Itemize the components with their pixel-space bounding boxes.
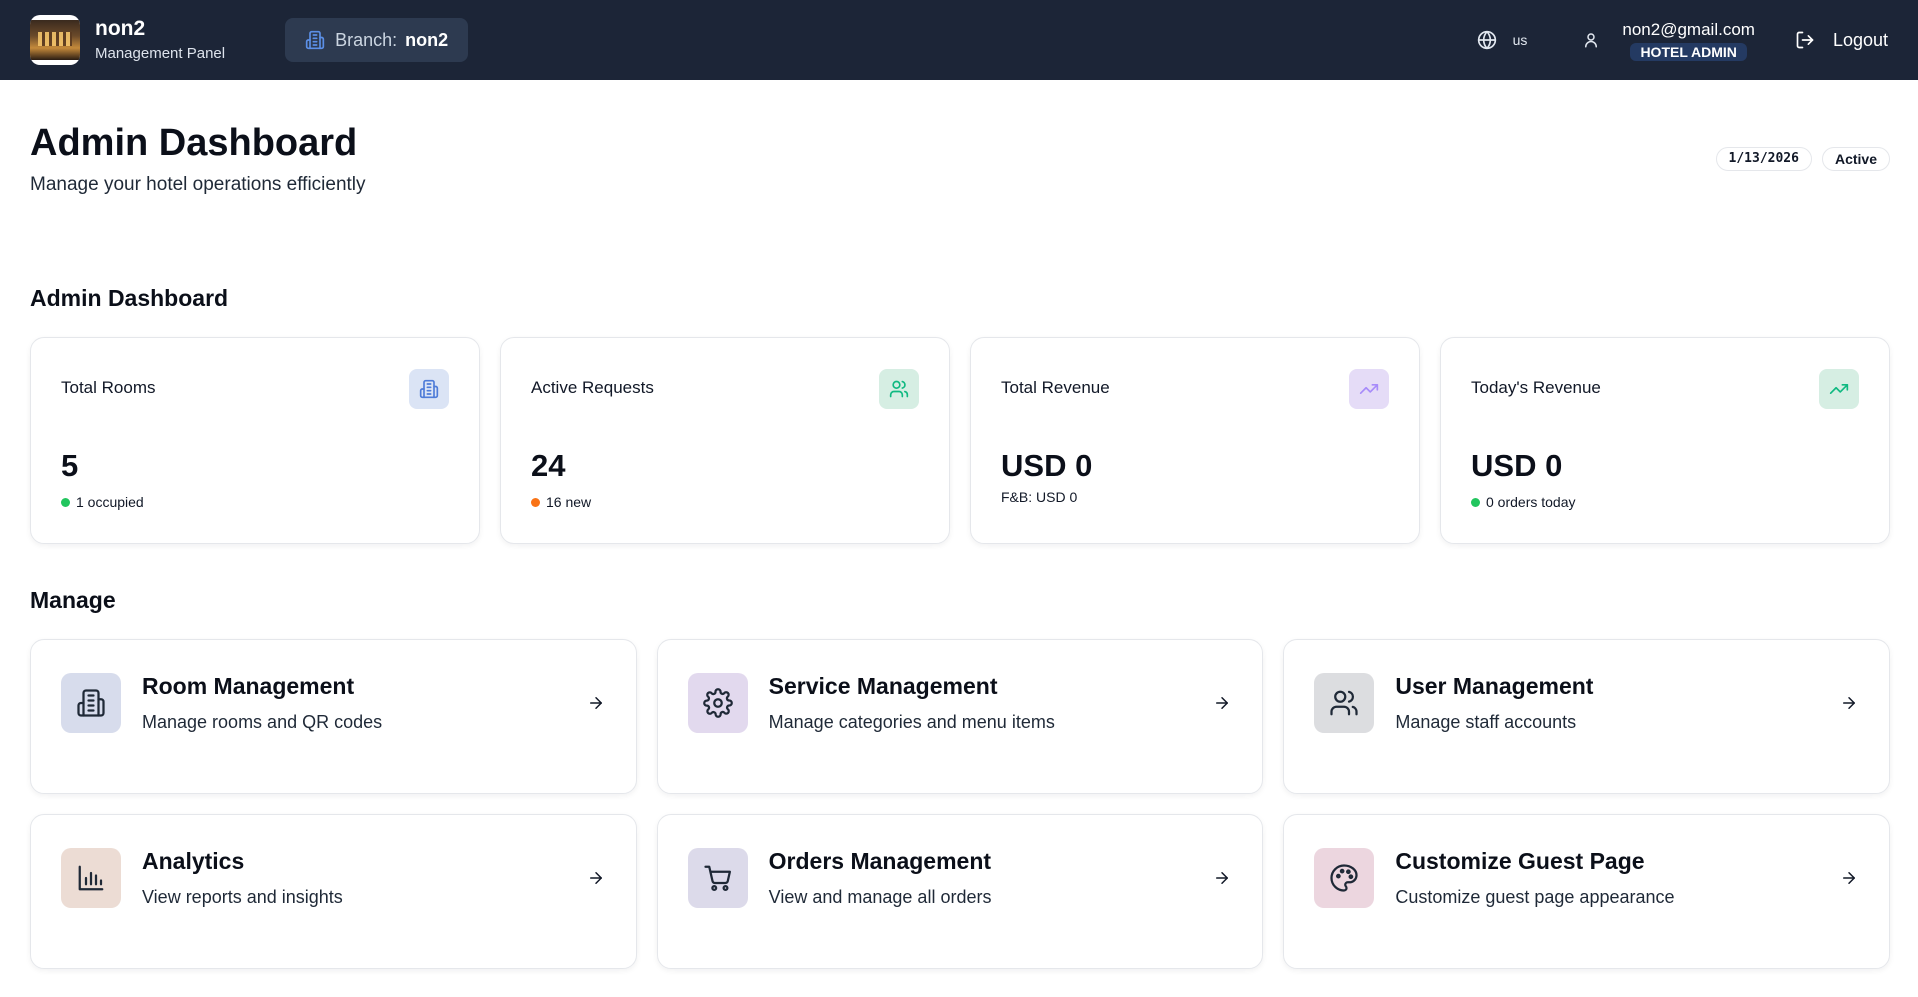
language-code: us [1512, 32, 1528, 48]
stat-label: Today's Revenue [1471, 378, 1601, 397]
users-icon [1314, 673, 1375, 733]
arrow-right-icon [1212, 693, 1232, 713]
cart-icon [687, 848, 748, 908]
building-icon [61, 673, 121, 733]
stat-label: Total Rooms [61, 378, 156, 397]
brand-block: non2 Management Panel [95, 16, 225, 64]
card-title: User Management [1395, 673, 1594, 699]
card-title: Service Management [768, 673, 998, 699]
card-description: View and manage all orders [768, 887, 992, 907]
card-title: Orders Management [768, 848, 992, 874]
date-badge: 1/13/2026 [1715, 147, 1812, 171]
status-dot [1471, 497, 1480, 507]
arrow-right-icon [586, 868, 606, 888]
arrow-right-icon [586, 693, 606, 713]
page-badges: 1/13/2026 Active [1715, 147, 1890, 171]
stat-card-active-requests: Active Requests 24 16 new [500, 337, 950, 544]
building-icon [305, 30, 325, 50]
logout-label: Logout [1832, 29, 1888, 50]
branch-label: Branch: [335, 29, 398, 50]
trending-up-icon [1349, 369, 1389, 409]
hotel-logo[interactable] [30, 15, 80, 65]
trending-up-icon [1819, 369, 1859, 409]
stat-value: USD 0 [1471, 448, 1563, 483]
card-title: Customize Guest Page [1395, 848, 1645, 874]
card-description: View reports and insights [142, 887, 343, 907]
card-description: Manage rooms and QR codes [142, 712, 383, 732]
branch-value: non2 [405, 29, 449, 50]
manage-grid: Room Management Manage rooms and QR code… [30, 639, 1890, 969]
stat-subtext-label: F&B: USD 0 [1001, 489, 1078, 505]
stat-subtext: 0 orders today [1471, 494, 1576, 510]
arrow-right-icon [1839, 868, 1859, 888]
status-badge: Active [1821, 147, 1890, 171]
logout-button[interactable]: Logout [1795, 30, 1888, 51]
user-menu[interactable]: non2@gmail.com HOTEL ADMIN [1582, 19, 1755, 61]
language-switcher[interactable]: us [1477, 30, 1528, 50]
stat-subtext: F&B: USD 0 [1001, 489, 1077, 505]
stat-value: USD 0 [1001, 448, 1093, 483]
brand-subtitle: Management Panel [95, 45, 226, 62]
building-icon [409, 369, 449, 409]
arrow-right-icon [1839, 693, 1859, 713]
palette-icon [1314, 848, 1375, 908]
user-email: non2@gmail.com [1622, 20, 1755, 39]
stat-subtext-label: 1 occupied [76, 494, 144, 510]
stat-value: 24 [531, 448, 566, 483]
stat-subtext: 1 occupied [61, 494, 144, 510]
page-subtitle: Manage your hotel operations efficiently [30, 174, 366, 195]
card-description: Customize guest page appearance [1395, 887, 1675, 907]
stat-label: Total Revenue [1001, 378, 1110, 397]
users-icon [879, 369, 919, 409]
stat-value: 5 [61, 448, 79, 483]
logout-icon [1796, 31, 1814, 49]
manage-card-analytics[interactable]: Analytics View reports and insights [30, 814, 637, 969]
card-title: Analytics [142, 848, 245, 874]
manage-card-service-management[interactable]: Service Management Manage categories and… [656, 639, 1264, 794]
status-dot [531, 497, 540, 507]
user-icon [1585, 33, 1598, 48]
stat-card-todays-revenue: Today's Revenue USD 0 0 orders today [1440, 337, 1890, 544]
gear-icon [687, 673, 748, 733]
top-navbar: non2 Management Panel Branch: non2 us no… [0, 0, 1918, 80]
manage-card-orders-management[interactable]: Orders Management View and manage all or… [656, 814, 1264, 969]
stat-card-total-rooms: Total Rooms 5 1 occupied [30, 337, 480, 544]
card-description: Manage staff accounts [1395, 712, 1577, 732]
stat-label: Active Requests [531, 378, 654, 397]
stats-grid: Total Rooms 5 1 occupied Active Requests… [30, 337, 1890, 544]
stat-subtext-label: 16 new [546, 494, 592, 510]
manage-card-room-management[interactable]: Room Management Manage rooms and QR code… [30, 639, 637, 794]
stats-section-title: Admin Dashboard [30, 285, 229, 311]
card-title: Room Management [142, 673, 355, 699]
manage-card-customize-guest-page[interactable]: Customize Guest Page Customize guest pag… [1283, 814, 1890, 969]
bar-chart-icon [61, 848, 121, 908]
role-badge: HOTEL ADMIN [1630, 43, 1747, 61]
branch-selector[interactable]: Branch: non2 [285, 18, 469, 62]
stat-subtext-label: 0 orders today [1486, 494, 1576, 510]
manage-card-user-management[interactable]: User Management Manage staff accounts [1283, 639, 1890, 794]
card-description: Manage categories and menu items [768, 712, 1055, 732]
arrow-right-icon [1212, 868, 1232, 888]
stat-card-total-revenue: Total Revenue USD 0 F&B: USD 0 [970, 337, 1420, 544]
brand-name: non2 [95, 17, 146, 40]
status-dot [61, 497, 70, 507]
manage-section-title: Manage [30, 587, 116, 613]
header-actions: us non2@gmail.com HOTEL ADMIN Logout [1477, 0, 1888, 80]
stat-subtext: 16 new [531, 494, 591, 510]
page-title: Admin Dashboard [30, 122, 358, 164]
globe-icon [1477, 30, 1496, 50]
